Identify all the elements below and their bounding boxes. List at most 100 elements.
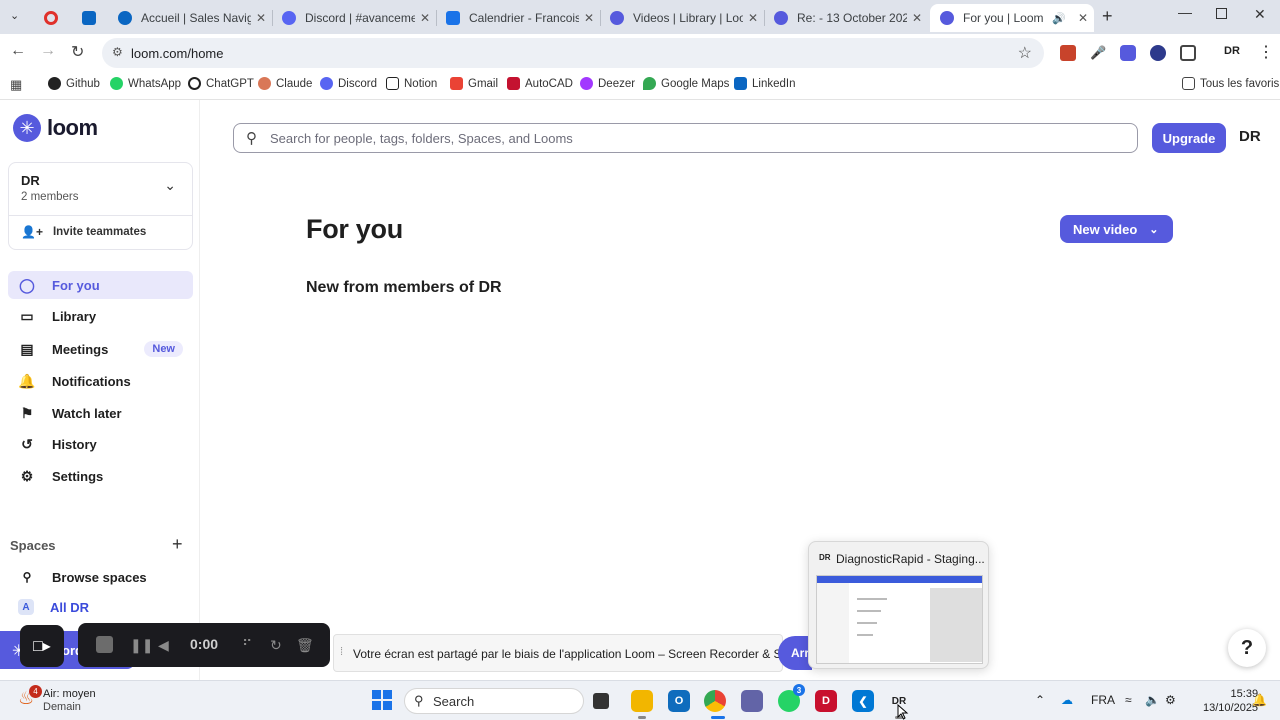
rewind-icon[interactable]: ◀	[158, 637, 169, 654]
weather-widget[interactable]: ♨ 4 Air: moyen Demain	[18, 685, 96, 714]
bookmark-star-icon[interactable]: ☆	[1018, 43, 1032, 63]
nav-library[interactable]: ▭ Library	[8, 302, 193, 330]
tab-close-icon[interactable]: ✕	[584, 11, 594, 25]
all-bookmarks-folder[interactable]: Tous les favoris	[1182, 77, 1279, 90]
tab-pinned-2[interactable]	[72, 4, 108, 32]
wifi-icon[interactable]: ≈	[1125, 693, 1132, 707]
volume-icon[interactable]: 🔈	[1145, 693, 1160, 707]
tab-loom-re[interactable]: Re: - 13 October 2025 ✕	[764, 4, 928, 32]
drag-handle-icon[interactable]: ⁞	[340, 646, 343, 658]
outlook-icon[interactable]: O	[668, 690, 690, 712]
notification-bell-icon[interactable]: 🔔	[1252, 693, 1267, 707]
maximize-icon[interactable]	[1216, 8, 1227, 19]
apps-grid-icon[interactable]: ▦	[10, 77, 22, 93]
windows-start-icon[interactable]	[372, 690, 392, 710]
chrome-icon[interactable]	[704, 690, 726, 712]
forward-icon[interactable]: →	[40, 42, 56, 60]
bookmark-discord[interactable]: Discord	[320, 77, 377, 90]
tab-close-icon[interactable]: ✕	[748, 11, 758, 25]
search-input[interactable]	[270, 128, 1120, 148]
notion-icon	[386, 77, 399, 90]
extension-globe-icon[interactable]	[1150, 45, 1166, 61]
vscode-icon[interactable]: ❮	[852, 690, 874, 712]
search-icon: ⚲	[414, 693, 424, 708]
bookmark-deezer[interactable]: Deezer	[580, 77, 635, 90]
stop-sharing-button[interactable]: Arrêter	[778, 636, 812, 670]
language-indicator[interactable]: FRA	[1091, 693, 1115, 707]
system-clock[interactable]: 15:39 13/10/2025	[1203, 687, 1258, 715]
camera-toggle-button[interactable]: □▸	[20, 625, 64, 667]
teams-icon[interactable]	[741, 690, 763, 712]
minimize-icon[interactable]: —	[1178, 4, 1192, 20]
bookmark-claude[interactable]: Claude	[258, 77, 312, 90]
tab-search-dropdown-icon[interactable]: ⌄	[10, 9, 19, 22]
file-explorer-icon[interactable]	[631, 690, 653, 712]
back-icon[interactable]: ←	[10, 42, 26, 60]
whatsapp-taskbar-icon[interactable]: 3	[778, 684, 805, 712]
loom-logo[interactable]: ✳ loom	[13, 114, 98, 142]
bookmark-linkedin[interactable]: LinkedIn	[734, 77, 795, 90]
network-icon[interactable]: ⚙	[1165, 693, 1176, 707]
nav-watch-later[interactable]: ⚑ Watch later	[8, 399, 193, 427]
tab-pinned-1[interactable]	[34, 4, 66, 32]
chevron-down-icon[interactable]: ⌄	[164, 177, 176, 194]
space-all-dr[interactable]: A All DR	[8, 594, 193, 620]
reload-icon[interactable]: ↻	[71, 42, 84, 62]
nav-notifications[interactable]: 🔔 Notifications	[8, 367, 193, 395]
close-window-icon[interactable]: ✕	[1254, 6, 1266, 23]
tab-calendar[interactable]: Calendrier - Francois De ✕	[436, 4, 600, 32]
preview-header	[817, 576, 982, 583]
show-hidden-icons[interactable]: ⌃	[1035, 693, 1045, 707]
tab-for-you-loom[interactable]: For you | Loom 🔊 ✕	[930, 4, 1094, 32]
task-view-icon[interactable]	[593, 693, 609, 709]
onedrive-icon[interactable]: ☁	[1061, 693, 1073, 707]
workspace-switcher[interactable]: DR 2 members ⌄ 👤+ Invite teammates	[8, 162, 193, 250]
tab-discord[interactable]: Discord | #avancement ✕	[272, 4, 436, 32]
add-space-icon[interactable]: +	[172, 534, 183, 555]
bookmark-autocad[interactable]: AutoCAD	[507, 77, 573, 90]
bookmark-whatsapp[interactable]: WhatsApp	[110, 77, 181, 90]
profile-avatar[interactable]: DR	[1224, 45, 1240, 57]
site-info-icon[interactable]: ⚙	[112, 45, 123, 59]
bookmark-chatgpt[interactable]: ChatGPT	[188, 77, 254, 90]
stop-recording-button[interactable]	[96, 636, 113, 653]
nav-meetings[interactable]: ▤ Meetings New	[8, 335, 193, 363]
browser-tab-bar: ⌄ Accueil | Sales Navigato ✕ Discord | #…	[0, 0, 1280, 34]
bookmark-notion[interactable]: Notion	[386, 77, 437, 90]
search-bar[interactable]: ⚲	[233, 123, 1138, 153]
taskbar-window-preview[interactable]: DR DiagnosticRapid - Staging...	[808, 541, 989, 669]
new-tab-icon[interactable]: +	[1102, 6, 1113, 27]
tab-close-icon[interactable]: ✕	[256, 11, 266, 25]
dashlane-icon[interactable]: D	[815, 690, 837, 712]
bookmark-google-maps[interactable]: Google Maps	[643, 77, 729, 90]
help-button[interactable]: ?	[1228, 629, 1266, 667]
extensions-puzzle-icon[interactable]	[1180, 45, 1196, 61]
url-text[interactable]: loom.com/home	[131, 46, 223, 61]
bookmark-gmail[interactable]: Gmail	[450, 77, 498, 90]
bookmark-github[interactable]: Github	[48, 77, 100, 90]
tab-close-icon[interactable]: ✕	[420, 11, 430, 25]
browser-menu-icon[interactable]: ⋮	[1258, 42, 1274, 62]
restart-icon[interactable]: ↻	[270, 637, 282, 654]
extension-loom-icon[interactable]	[1120, 45, 1136, 61]
drawing-tool-icon[interactable]: ⠋	[242, 637, 252, 654]
browse-spaces-button[interactable]: ⚲ Browse spaces	[8, 564, 193, 590]
microphone-icon[interactable]: 🎤	[1090, 45, 1106, 61]
tab-sales-navigator[interactable]: Accueil | Sales Navigato ✕	[108, 4, 272, 32]
upgrade-button[interactable]: Upgrade	[1152, 123, 1226, 153]
pause-icon[interactable]: ❚❚	[130, 637, 153, 654]
tab-close-icon[interactable]: ✕	[1078, 11, 1088, 25]
tab-close-icon[interactable]: ✕	[912, 11, 922, 25]
delete-icon[interactable]: 🗑	[296, 637, 314, 654]
taskbar-search[interactable]: ⚲ Search	[404, 688, 584, 714]
nav-settings[interactable]: ⚙ Settings	[8, 462, 193, 490]
tab-loom-library[interactable]: Videos | Library | Loom ✕	[600, 4, 764, 32]
new-video-button[interactable]: New video ⌄	[1060, 215, 1173, 243]
nav-history[interactable]: ↺ History	[8, 430, 193, 458]
extension-red-icon[interactable]	[1060, 45, 1076, 61]
address-bar[interactable]: ⚙ loom.com/home ☆	[102, 38, 1044, 68]
audio-playing-icon[interactable]: 🔊	[1052, 12, 1066, 25]
nav-for-you[interactable]: ◯ For you	[8, 271, 193, 299]
user-avatar[interactable]: DR	[1239, 128, 1261, 145]
invite-teammates-button[interactable]: 👤+ Invite teammates	[21, 225, 146, 239]
